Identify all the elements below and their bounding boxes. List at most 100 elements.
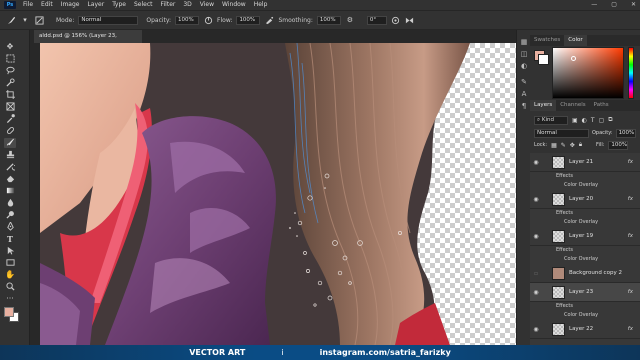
more-tools-icon[interactable]: ···	[4, 294, 16, 304]
brushes-panel-icon[interactable]: ✎	[520, 78, 528, 86]
brush-tool-icon[interactable]	[4, 138, 16, 148]
effects-row[interactable]: Effects	[530, 246, 640, 255]
rectangle-tool-icon[interactable]	[4, 258, 16, 268]
effects-row[interactable]: Effects	[530, 172, 640, 181]
lock-position-icon[interactable]: ✥	[570, 142, 575, 149]
lasso-tool-icon[interactable]	[4, 66, 16, 76]
menu-filter[interactable]: Filter	[157, 0, 180, 10]
crop-tool-icon[interactable]	[4, 90, 16, 100]
pressure-opacity-icon[interactable]	[203, 15, 213, 25]
airbrush-icon[interactable]	[264, 15, 274, 25]
lock-paint-icon[interactable]: ✎	[561, 142, 566, 149]
fx-icon[interactable]: fx	[628, 196, 633, 202]
history-panel-icon[interactable]: ▦	[520, 38, 528, 46]
color-panel-background-swatch[interactable]	[538, 54, 549, 65]
pressure-size-icon[interactable]	[391, 15, 401, 25]
symmetry-butterfly-icon[interactable]	[405, 15, 415, 25]
menu-layer[interactable]: Layer	[83, 0, 108, 10]
hue-slider[interactable]	[628, 47, 634, 99]
brush-settings-icon[interactable]	[34, 15, 44, 25]
fx-icon[interactable]: fx	[628, 233, 633, 239]
layer-row-background-copy-2[interactable]: ▫ Background copy 2	[530, 264, 640, 283]
tab-paths[interactable]: Paths	[590, 100, 613, 111]
flow-field[interactable]: 100%	[236, 15, 261, 25]
tab-layers[interactable]: Layers	[530, 100, 557, 111]
adjustments-panel-icon[interactable]: ◐	[520, 62, 528, 70]
layer-row-21[interactable]: ◉ Layer 21 fx	[530, 153, 640, 172]
history-brush-tool-icon[interactable]	[4, 162, 17, 172]
zoom-tool-icon[interactable]	[4, 282, 16, 292]
lock-pixels-icon[interactable]: ▦	[551, 142, 557, 149]
effects-row[interactable]: Effects	[530, 302, 640, 311]
close-window-button[interactable]: ✕	[631, 0, 636, 10]
banner-instagram-link[interactable]: instagram.com/satria_farizky	[320, 348, 451, 357]
dodge-tool-icon[interactable]	[4, 210, 16, 220]
maximize-button[interactable]: ▢	[611, 0, 617, 10]
color-overlay-row[interactable]: Color Overlay	[530, 181, 640, 190]
filter-smart-object-icon[interactable]: ⧉	[608, 116, 612, 124]
brush-size-picker[interactable]: ▾	[20, 15, 30, 25]
tab-color[interactable]: Color	[564, 35, 587, 46]
brush-preset-icon[interactable]	[6, 15, 16, 25]
lock-all-icon[interactable]: 🔒︎	[579, 141, 582, 149]
menu-edit[interactable]: Edit	[37, 0, 57, 10]
layer-opacity-field[interactable]: 100%	[615, 128, 636, 138]
menu-view[interactable]: View	[196, 0, 218, 10]
foreground-color-swatch[interactable]	[4, 307, 14, 317]
healing-brush-tool-icon[interactable]	[4, 126, 16, 136]
mode-select[interactable]: Normal	[78, 15, 139, 25]
visibility-eye-icon[interactable]: ◉	[530, 289, 542, 296]
layer-row-22[interactable]: ◉ Layer 22 fx	[530, 320, 640, 339]
fx-icon[interactable]: fx	[628, 326, 633, 332]
fill-field[interactable]: 100%	[608, 140, 629, 150]
minimize-button[interactable]: —	[591, 0, 597, 10]
opacity-field[interactable]: 100%	[175, 15, 200, 25]
layer-row-19[interactable]: ◉ Layer 19 fx	[530, 227, 640, 246]
paragraph-panel-icon[interactable]: ¶	[520, 102, 528, 110]
effects-row[interactable]: Effects	[530, 209, 640, 218]
document-canvas[interactable]	[40, 43, 516, 345]
pen-tool-icon[interactable]	[4, 220, 16, 232]
color-overlay-row[interactable]: Color Overlay	[530, 218, 640, 227]
angle-field[interactable]: 0°	[366, 15, 387, 25]
blend-mode-select[interactable]: Normal	[534, 128, 589, 138]
visibility-eye-icon[interactable]: ◉	[530, 159, 542, 166]
kind-filter-select[interactable]: ⌕ Kind	[534, 115, 568, 125]
menu-help[interactable]: Help	[250, 0, 272, 10]
color-overlay-row[interactable]: Color Overlay	[530, 255, 640, 264]
visibility-eye-icon[interactable]: ◉	[530, 233, 542, 240]
filter-pixel-icon[interactable]: ▣	[572, 117, 578, 124]
frame-tool-icon[interactable]	[4, 102, 16, 112]
move-tool-icon[interactable]: ✥	[4, 42, 16, 52]
menu-select[interactable]: Select	[130, 0, 157, 10]
eyedropper-tool-icon[interactable]	[4, 114, 16, 124]
menu-window[interactable]: Window	[218, 0, 250, 10]
menu-file[interactable]: File	[19, 0, 37, 10]
marquee-tool-icon[interactable]	[4, 54, 16, 64]
layer-row-20[interactable]: ◉ Layer 20 fx	[530, 190, 640, 209]
layer-row-23-selected[interactable]: ◉ Layer 23 fx	[530, 283, 640, 302]
tab-swatches[interactable]: Swatches	[530, 35, 564, 46]
properties-panel-icon[interactable]: ◫	[520, 50, 528, 58]
type-tool-icon[interactable]: T	[4, 234, 16, 244]
fx-icon[interactable]: fx	[628, 159, 633, 165]
smoothing-field[interactable]: 100%	[316, 15, 341, 25]
path-selection-tool-icon[interactable]	[4, 246, 16, 256]
blur-tool-icon[interactable]	[4, 198, 16, 208]
gradient-tool-icon[interactable]	[4, 186, 16, 196]
clone-stamp-tool-icon[interactable]	[4, 150, 16, 160]
visibility-eye-icon[interactable]: ◉	[530, 326, 542, 333]
menu-3d[interactable]: 3D	[179, 0, 195, 10]
character-panel-icon[interactable]: A	[520, 90, 528, 98]
menu-image[interactable]: Image	[57, 0, 84, 10]
filter-adjustment-icon[interactable]: ◐	[582, 117, 587, 124]
visibility-eye-icon[interactable]: ◉	[530, 196, 542, 203]
smoothing-settings-gear-icon[interactable]: ⚙	[345, 15, 355, 25]
tab-channels[interactable]: Channels	[556, 100, 589, 111]
color-picker-field[interactable]	[552, 47, 624, 99]
quick-select-tool-icon[interactable]	[4, 78, 16, 88]
document-tab[interactable]: aldd.psd @ 156% (Layer 23, RGB/8#) * ×	[34, 30, 142, 52]
filter-shape-icon[interactable]: ▢	[599, 117, 605, 124]
eraser-tool-icon[interactable]	[4, 174, 16, 184]
menu-type[interactable]: Type	[108, 0, 130, 10]
